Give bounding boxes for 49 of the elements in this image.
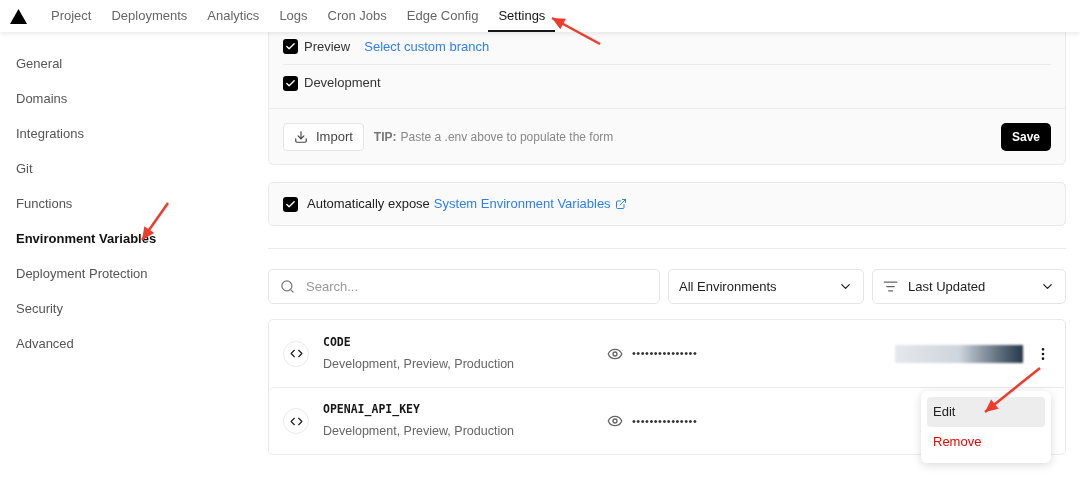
menu-item[interactable]: Edit bbox=[927, 397, 1045, 427]
search-field[interactable]: Search... bbox=[268, 269, 660, 304]
variable-name: OPENAI_API_KEY bbox=[323, 401, 421, 419]
nav-tab[interactable]: Edge Config bbox=[396, 0, 489, 32]
import-button[interactable]: Import bbox=[283, 122, 364, 151]
environment-dropdown[interactable]: All Environments bbox=[668, 269, 864, 304]
save-button[interactable]: Save bbox=[1000, 122, 1051, 151]
variable-name: CODE bbox=[323, 333, 352, 351]
nav-tab[interactable]: Analytics bbox=[197, 0, 270, 32]
check-icon bbox=[285, 198, 296, 210]
nav-tab[interactable]: Deployments bbox=[101, 0, 198, 32]
external-link-icon[interactable] bbox=[614, 198, 627, 210]
tip-label: TIP: bbox=[373, 128, 397, 146]
sidebar-item[interactable]: Security bbox=[0, 299, 268, 319]
nav-tab[interactable]: Cron Jobs bbox=[317, 0, 397, 32]
checkbox[interactable] bbox=[283, 196, 298, 212]
check-icon bbox=[285, 41, 296, 52]
sidebar-item[interactable]: Advanced bbox=[0, 334, 268, 354]
checkbox[interactable] bbox=[283, 75, 298, 91]
nav-tab[interactable]: Project bbox=[41, 0, 102, 32]
sidebar-item[interactable]: General bbox=[0, 54, 268, 74]
environment-label: Preview bbox=[304, 37, 351, 56]
eye-icon[interactable] bbox=[607, 413, 623, 429]
menu-item[interactable]: Remove bbox=[927, 427, 1045, 457]
sidebar-item[interactable]: Domains bbox=[0, 89, 268, 109]
custom-branch-link[interactable]: Select custom branch bbox=[364, 36, 490, 57]
sidebar-item[interactable]: Environment Variables bbox=[0, 229, 268, 249]
check-icon bbox=[285, 77, 296, 89]
environment-label: Development bbox=[304, 74, 381, 93]
sidebar-item[interactable]: Functions bbox=[0, 194, 268, 214]
download-icon bbox=[294, 129, 308, 144]
annotation-arrow bbox=[984, 367, 1041, 413]
variable-environments: Development, Preview, Production bbox=[323, 355, 516, 373]
masked-value: ••••••••••••••• bbox=[632, 413, 698, 429]
sidebar-item[interactable]: Deployment Protection bbox=[0, 264, 268, 284]
sidebar-item[interactable]: Integrations bbox=[0, 124, 268, 144]
sidebar-item[interactable]: Git bbox=[0, 159, 268, 179]
tip-text: Paste a .env above to populate the form bbox=[400, 128, 614, 146]
expose-label: Automatically expose bbox=[307, 195, 430, 214]
nav-tab[interactable]: Logs bbox=[269, 0, 318, 32]
search-icon bbox=[280, 279, 295, 294]
sort-dropdown[interactable]: Last Updated bbox=[872, 269, 1066, 304]
checkbox[interactable] bbox=[283, 39, 298, 54]
sort-lines-icon bbox=[883, 279, 898, 294]
system-variables-link[interactable]: System Environment Variables bbox=[433, 194, 611, 214]
masked-value: ••••••••••••••• bbox=[632, 346, 698, 362]
variable-environments: Development, Preview, Production bbox=[323, 423, 516, 441]
annotation-arrow bbox=[551, 16, 601, 46]
triangle-logo-icon[interactable] bbox=[10, 8, 27, 24]
